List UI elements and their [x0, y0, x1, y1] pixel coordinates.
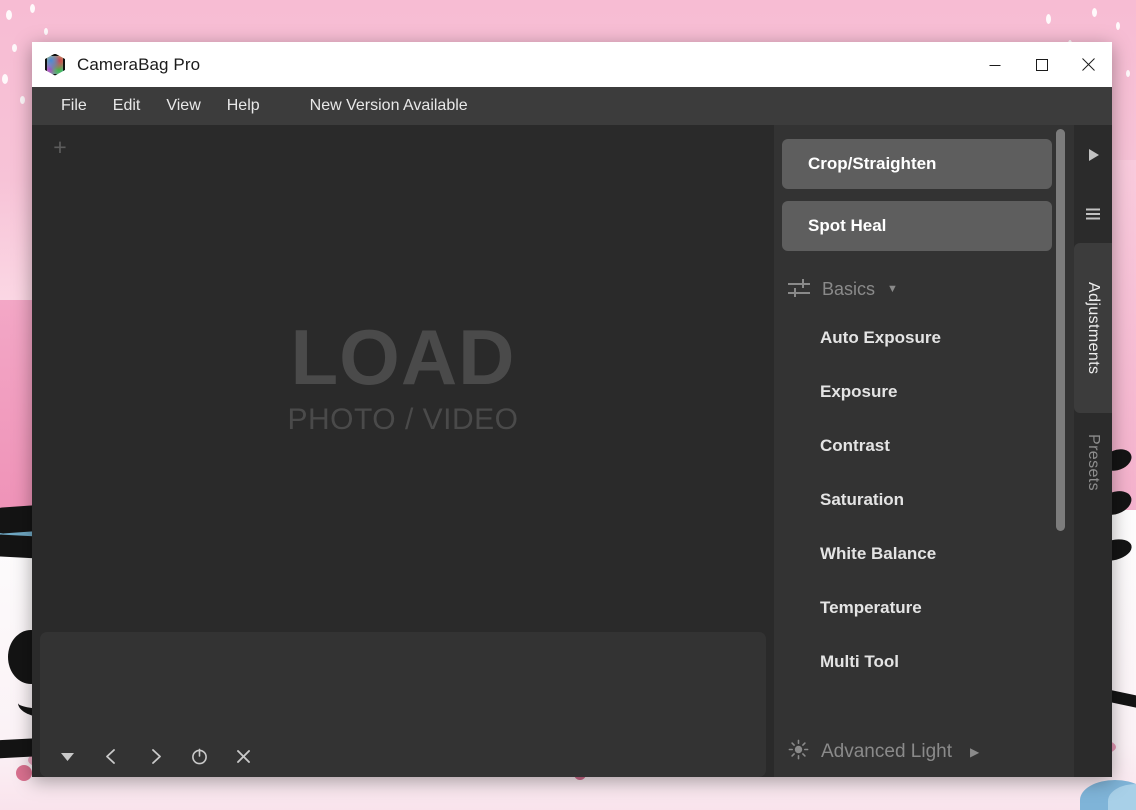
adjustments-list: Crop/Straighten Spot Heal Basics ▼ Auto … — [774, 125, 1074, 743]
chevron-right-icon: ▶ — [970, 745, 980, 759]
app-body: + LOAD PHOTO / VIDEO Crop/Straighten Spo… — [32, 125, 1112, 777]
adjustment-multi-tool[interactable]: Multi Tool — [782, 635, 1052, 689]
load-placeholder-subtitle: PHOTO / VIDEO — [287, 402, 519, 436]
tool-crop-straighten[interactable]: Crop/Straighten — [782, 139, 1052, 189]
menu-item-file[interactable]: File — [48, 87, 100, 125]
menu-item-help[interactable]: Help — [214, 87, 273, 125]
close-button[interactable] — [1065, 42, 1112, 87]
menu-item-new-version-available[interactable]: New Version Available — [297, 87, 481, 125]
tab-presets[interactable]: Presets — [1074, 413, 1112, 513]
filmstrip-toolbar — [54, 743, 256, 769]
maximize-button[interactable] — [1018, 42, 1065, 87]
wallpaper-dot-1 — [16, 765, 32, 781]
sparkle-icon — [6, 10, 12, 20]
sparkle-icon — [20, 96, 25, 104]
adjustments-scroll-area: Crop/Straighten Spot Heal Basics ▼ Auto … — [774, 125, 1074, 777]
sparkle-icon — [12, 44, 17, 52]
triangle-down-icon[interactable] — [54, 743, 80, 769]
title-bar: CameraBag Pro — [32, 42, 1112, 87]
adjustments-panel: Crop/Straighten Spot Heal Basics ▼ Auto … — [774, 125, 1112, 777]
adjustment-exposure[interactable]: Exposure — [782, 365, 1052, 419]
window-title: CameraBag Pro — [77, 54, 201, 74]
add-media-button[interactable]: + — [48, 135, 72, 159]
adjustments-scrollbar-thumb[interactable] — [1056, 129, 1065, 531]
adjustment-temperature[interactable]: Temperature — [782, 581, 1052, 635]
tool-spot-heal[interactable]: Spot Heal — [782, 201, 1052, 251]
sparkle-icon — [1116, 22, 1120, 30]
sparkle-icon — [1126, 70, 1130, 77]
tab-adjustments[interactable]: Adjustments — [1074, 243, 1112, 413]
load-placeholder-title: LOAD — [290, 313, 516, 402]
sparkle-icon — [1046, 14, 1051, 24]
group-footer-label: Advanced Light — [821, 741, 952, 762]
chevron-right-icon[interactable] — [142, 743, 168, 769]
menu-item-edit[interactable]: Edit — [100, 87, 154, 125]
chevron-down-icon: ▼ — [887, 283, 898, 295]
right-rail: Adjustments Presets — [1074, 125, 1112, 777]
desktop-wallpaper: CameraBag Pro File Edit View Help New Ve… — [0, 0, 1136, 810]
adjustment-auto-exposure[interactable]: Auto Exposure — [782, 311, 1052, 365]
play-triangle-icon[interactable] — [1074, 125, 1112, 185]
image-canvas[interactable]: LOAD PHOTO / VIDEO — [32, 125, 774, 632]
canvas-column: + LOAD PHOTO / VIDEO — [32, 125, 774, 777]
camerabag-hexagon-icon — [45, 53, 65, 76]
chevron-left-icon[interactable] — [98, 743, 124, 769]
adjustments-scrollbar[interactable] — [1056, 129, 1065, 773]
sparkle-icon — [44, 28, 48, 35]
power-icon[interactable] — [186, 743, 212, 769]
group-header-advanced-light[interactable]: Advanced Light ▶ — [782, 727, 1074, 777]
camerabag-pro-window: CameraBag Pro File Edit View Help New Ve… — [32, 42, 1112, 777]
sparkle-icon — [30, 4, 35, 13]
adjustment-white-balance[interactable]: White Balance — [782, 527, 1052, 581]
group-header-label: Basics — [822, 278, 876, 299]
adjustment-saturation[interactable]: Saturation — [782, 473, 1052, 527]
title-bar-left: CameraBag Pro — [32, 53, 201, 76]
adjustment-contrast[interactable]: Contrast — [782, 419, 1052, 473]
hamburger-icon[interactable] — [1074, 185, 1112, 243]
group-header-basics[interactable]: Basics ▼ — [782, 267, 1052, 311]
x-icon[interactable] — [230, 743, 256, 769]
sparkle-icon — [1092, 8, 1097, 17]
menu-item-view[interactable]: View — [153, 87, 213, 125]
menu-bar: File Edit View Help New Version Availabl… — [32, 87, 1112, 125]
sparkle-icon — [2, 74, 8, 84]
sun-icon — [788, 739, 809, 766]
sliders-icon — [788, 279, 810, 298]
minimize-button[interactable] — [971, 42, 1018, 87]
filmstrip-panel — [40, 632, 766, 777]
